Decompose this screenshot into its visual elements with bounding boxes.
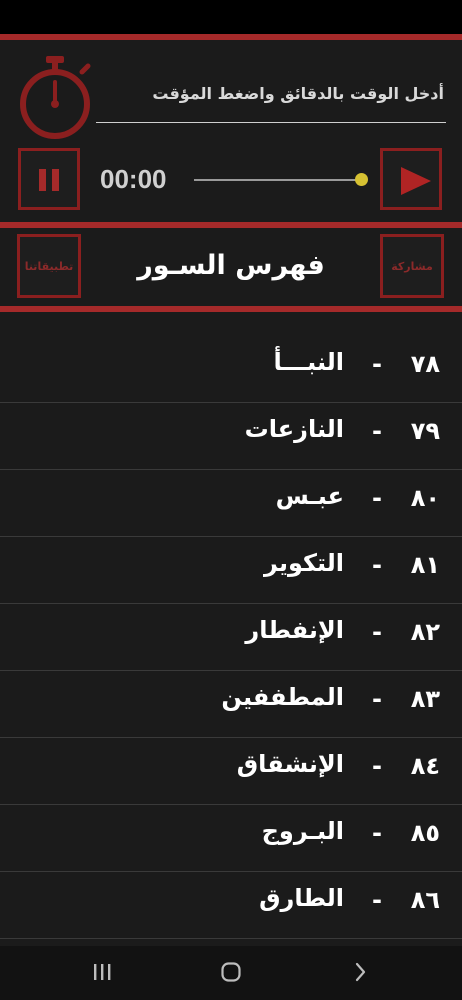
surah-name: الإنفطار (245, 616, 344, 644)
surah-name: المطففين (221, 683, 344, 711)
list-item[interactable]: ٨٣ - المطففين (0, 671, 462, 738)
surah-name: التكوير (264, 549, 344, 577)
home-icon[interactable] (219, 960, 243, 984)
surah-number: ٨٢ (410, 618, 440, 646)
surah-number: ٨١ (410, 551, 440, 579)
timer-panel: أدخل الوقت بالدقائق واضغط المؤقت 00:00 (0, 40, 462, 222)
surah-name: البـروج (261, 817, 344, 845)
status-bar (0, 0, 462, 34)
share-button[interactable]: مشاركة (380, 234, 444, 298)
surah-name: عبـس (275, 482, 344, 510)
separator-dash: - (372, 819, 382, 847)
surah-number: ٨٠ (410, 484, 440, 512)
header-divider (0, 306, 462, 312)
surah-number: ٨٤ (410, 752, 440, 780)
play-button[interactable] (380, 148, 442, 210)
system-nav-bar (0, 946, 462, 1000)
surah-number: ٧٨ (410, 350, 440, 378)
separator-dash: - (372, 752, 382, 780)
surah-name: النازعات (244, 415, 344, 443)
list-item[interactable]: ٨١ - التكوير (0, 537, 462, 604)
list-item[interactable]: ٧٨ - النبـــأ (0, 336, 462, 403)
surah-name: النبـــأ (273, 348, 344, 376)
our-apps-button[interactable]: تطبيقاتنا (17, 234, 81, 298)
separator-dash: - (372, 886, 382, 914)
surah-name: الطارق (259, 884, 344, 912)
list-item[interactable]: ٨٢ - الإنفطار (0, 604, 462, 671)
separator-dash: - (372, 350, 382, 378)
surah-number: ٧٩ (410, 417, 440, 445)
input-underline (96, 122, 446, 123)
stopwatch-icon[interactable] (16, 54, 94, 140)
separator-dash: - (372, 417, 382, 445)
slider-thumb[interactable] (355, 173, 368, 186)
surah-name: الإنشقاق (236, 750, 344, 778)
list-item[interactable]: ٨٥ - البـروج (0, 805, 462, 872)
surah-number: ٨٦ (410, 886, 440, 914)
list-item[interactable]: ٨٤ - الإنشقاق (0, 738, 462, 805)
index-header: تطبيقاتنا فهرس السـور مشاركة (0, 228, 462, 306)
progress-slider[interactable] (194, 179, 360, 181)
surah-list: ٧٨ - النبـــأ ٧٩ - النازعات ٨٠ - عبـس ٨١… (0, 336, 462, 939)
play-icon (401, 167, 431, 195)
list-item[interactable]: ٧٩ - النازعات (0, 403, 462, 470)
back-icon[interactable] (348, 960, 372, 984)
separator-dash: - (372, 618, 382, 646)
list-item[interactable]: ٨٠ - عبـس (0, 470, 462, 537)
separator-dash: - (372, 685, 382, 713)
page-title: فهرس السـور (137, 250, 325, 281)
surah-number: ٨٣ (410, 685, 440, 713)
recents-icon[interactable] (90, 960, 114, 984)
time-display: 00:00 (100, 164, 167, 194)
surah-number: ٨٥ (410, 819, 440, 847)
separator-dash: - (372, 551, 382, 579)
list-item[interactable]: ٨٦ - الطارق (0, 872, 462, 939)
timer-minutes-input[interactable]: أدخل الوقت بالدقائق واضغط المؤقت (100, 84, 444, 103)
separator-dash: - (372, 484, 382, 512)
pause-button[interactable] (18, 148, 80, 210)
